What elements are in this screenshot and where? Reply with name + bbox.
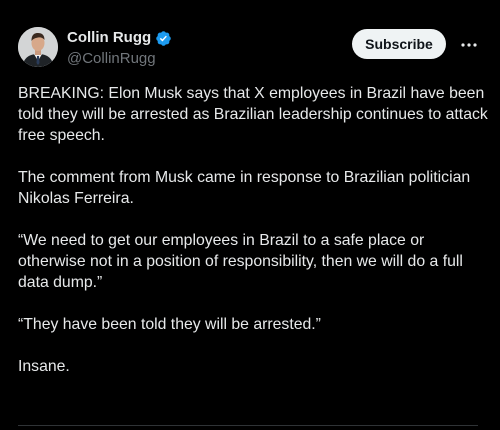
author-handle[interactable]: @CollinRugg [67,50,156,68]
tweet-paragraph: BREAKING: Elon Musk says that X employee… [18,85,488,144]
verified-badge-icon [155,30,172,47]
more-options-button[interactable] [458,34,480,54]
author-name-row: Collin Rugg [67,29,172,47]
media-edge [18,425,478,430]
tweet-paragraph: “They have been told they will be arrest… [18,316,321,333]
subscribe-button[interactable]: Subscribe [352,29,446,59]
tweet-paragraph: The comment from Musk came in response t… [18,169,471,207]
tweet-text: BREAKING: Elon Musk says that X employee… [18,83,488,377]
tweet-card: Collin Rugg @CollinRugg Subscribe BREAKI… [0,0,500,429]
avatar-image [18,27,58,67]
display-name[interactable]: Collin Rugg [67,29,151,47]
tweet-paragraph: “We need to get our employees in Brazil … [18,232,463,291]
tweet-paragraph: Insane. [18,358,70,375]
more-horizontal-icon [460,35,478,53]
avatar[interactable] [18,27,58,67]
